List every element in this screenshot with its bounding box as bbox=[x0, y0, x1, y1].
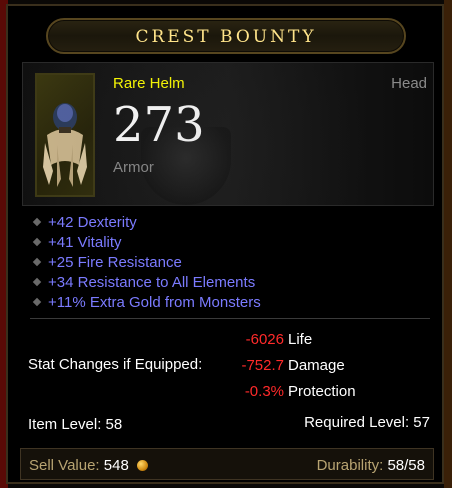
stat-change-name: Protection bbox=[288, 383, 356, 400]
item-header-panel: Rare Helm Head 273 Armor bbox=[22, 62, 434, 206]
title-bar: CREST BOUNTY bbox=[46, 18, 406, 54]
affix-item: +42 Dexterity bbox=[30, 212, 430, 232]
affix-item: +25 Fire Resistance bbox=[30, 252, 430, 272]
item-icon-frame bbox=[35, 73, 95, 197]
stat-change-row: -752.7 Damage bbox=[208, 356, 368, 382]
stat-change-value: -752.7 bbox=[241, 357, 284, 374]
durability-value: 58/58 bbox=[387, 457, 425, 474]
armor-value: 273 bbox=[113, 97, 205, 153]
affix-item: +34 Resistance to All Elements bbox=[30, 272, 430, 292]
item-level: Item Level: 58 bbox=[28, 416, 123, 433]
item-type: Rare Helm bbox=[113, 75, 185, 92]
item-title: CREST BOUNTY bbox=[135, 27, 317, 47]
divider bbox=[30, 318, 430, 319]
durability: Durability: 58/58 bbox=[317, 457, 425, 474]
bullet-icon bbox=[32, 217, 42, 227]
sell-value-amount: 548 bbox=[103, 457, 129, 474]
sell-value: Sell Value: 548 bbox=[29, 457, 148, 474]
stat-change-row: -0.3% Protection bbox=[208, 382, 368, 408]
required-level: Required Level: 57 bbox=[304, 414, 430, 431]
affix-item: +41 Vitality bbox=[30, 232, 430, 252]
affix-list: +42 Dexterity +41 Vitality +25 Fire Resi… bbox=[30, 212, 430, 312]
stat-change-value: -0.3% bbox=[244, 383, 284, 400]
stat-change-row: -6026 Life bbox=[208, 330, 368, 356]
stat-change-value: -6026 bbox=[245, 331, 284, 348]
bullet-icon bbox=[32, 297, 42, 307]
bullet-icon bbox=[32, 277, 42, 287]
sell-value-label: Sell Value: bbox=[29, 457, 100, 474]
background-edge-right bbox=[444, 0, 452, 488]
stat-change-name: Damage bbox=[288, 357, 345, 374]
item-footer: Sell Value: 548 Durability: 58/58 bbox=[20, 448, 434, 480]
stat-change-name: Life bbox=[288, 331, 313, 348]
affix-item: +11% Extra Gold from Monsters bbox=[30, 292, 430, 312]
bullet-icon bbox=[32, 237, 42, 247]
bullet-icon bbox=[32, 257, 42, 267]
durability-label: Durability: bbox=[316, 457, 384, 474]
item-tooltip: CREST BOUNTY Rare Helm Head 273 Armor +4… bbox=[6, 4, 444, 484]
gold-coin-icon bbox=[136, 460, 148, 471]
item-slot: Head bbox=[391, 75, 427, 92]
stat-changes-list: -6026 Life -752.7 Damage -0.3% Protectio… bbox=[208, 330, 368, 408]
helm-icon bbox=[43, 103, 87, 187]
stat-changes-label: Stat Changes if Equipped: bbox=[28, 356, 203, 373]
armor-label: Armor bbox=[113, 159, 154, 176]
